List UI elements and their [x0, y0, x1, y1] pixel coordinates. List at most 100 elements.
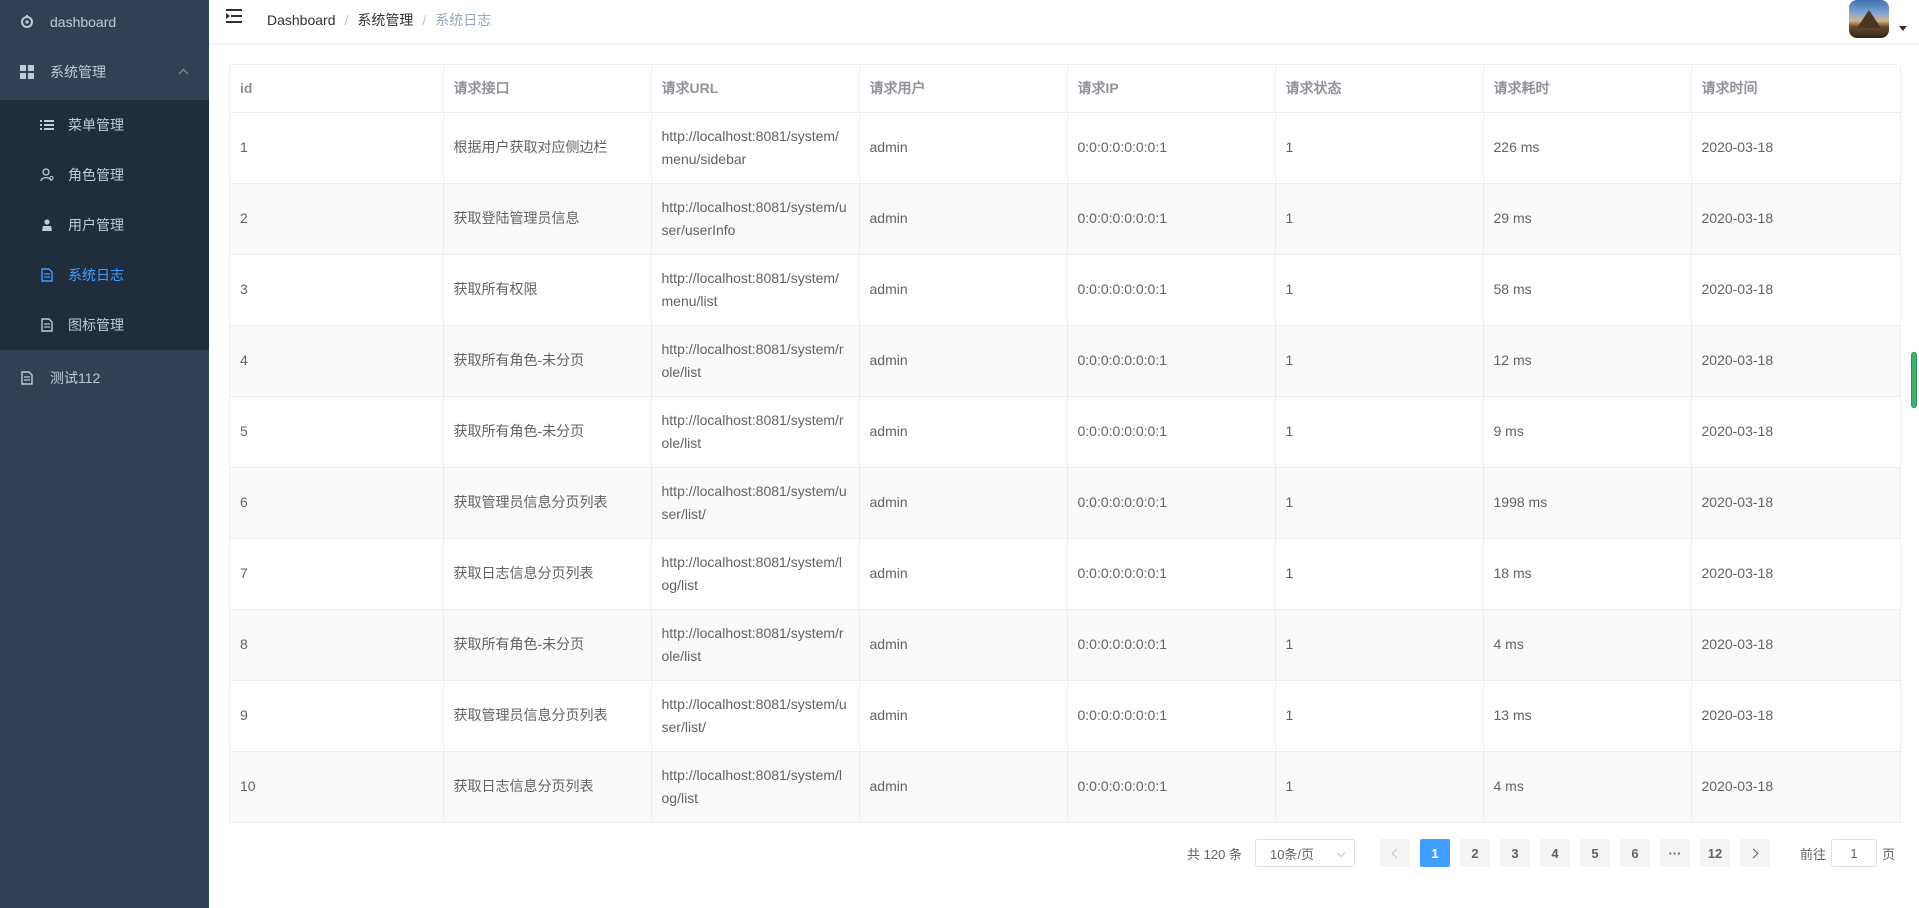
table-row: 9 获取管理员信息分页列表 http://localhost:8081/system… [230, 680, 1901, 752]
cell-url: http://localhost:8081/system/user/userIn… [651, 183, 860, 255]
navbar: Dashboard / 系统管理 / 系统日志 [209, 0, 1919, 44]
cell-status: 1 [1275, 609, 1484, 681]
table-row: 2 获取登陆管理员信息 http://localhost:8081/system/u… [230, 183, 1901, 255]
cell-api: 根据用户获取对应侧边栏 [443, 112, 652, 184]
cell-id: 10 [230, 751, 444, 823]
cell-time: 2020-03-18 [1691, 112, 1901, 184]
column-header-api: 请求接口 [443, 65, 652, 113]
cell-ip: 0:0:0:0:0:0:0:1 [1067, 325, 1276, 397]
cell-time: 2020-03-18 [1691, 609, 1901, 681]
cell-url: http://localhost:8081/system/menu/list [651, 254, 860, 326]
cell-cost: 18 ms [1483, 538, 1692, 610]
prev-page-button[interactable] [1379, 839, 1410, 867]
page-button-6[interactable]: 6 [1619, 839, 1650, 867]
cell-user: admin [859, 396, 1068, 468]
cell-cost: 12 ms [1483, 325, 1692, 397]
more-pages-button[interactable]: ··· [1659, 839, 1690, 867]
cell-cost: 9 ms [1483, 396, 1692, 468]
column-header-time: 请求时间 [1691, 65, 1901, 113]
cell-url: http://localhost:8081/system/role/list [651, 609, 860, 681]
sidebar-item-system-management[interactable]: 系统管理 [0, 44, 209, 100]
document-icon [20, 371, 34, 385]
breadcrumb-item-system-log: 系统日志 [435, 12, 492, 28]
cell-ip: 0:0:0:0:0:0:0:1 [1067, 609, 1276, 681]
sidebar-item-menu-management[interactable]: 菜单管理 [0, 100, 209, 150]
page-button-3[interactable]: 3 [1499, 839, 1530, 867]
cell-status: 1 [1275, 396, 1484, 468]
chevron-down-icon [1336, 848, 1346, 858]
cell-ip: 0:0:0:0:0:0:0:1 [1067, 538, 1276, 610]
cell-time: 2020-03-18 [1691, 751, 1901, 823]
cell-cost: 13 ms [1483, 680, 1692, 752]
sidebar-item-test112[interactable]: 测试112 [0, 350, 209, 406]
jump-page-input[interactable] [1830, 839, 1877, 867]
sidebar-item-role-management[interactable]: 角色管理 [0, 150, 209, 200]
page-size-select[interactable]: 10条/页 [1254, 839, 1355, 867]
column-header-cost: 请求耗时 [1483, 65, 1692, 113]
cell-url: http://localhost:8081/system/log/list [651, 751, 860, 823]
cell-api: 获取所有权限 [443, 254, 652, 326]
user-role-icon [40, 168, 54, 182]
cell-ip: 0:0:0:0:0:0:0:1 [1067, 751, 1276, 823]
cell-time: 2020-03-18 [1691, 325, 1901, 397]
cell-id: 9 [230, 680, 444, 752]
sidebar-item-label: 测试112 [50, 370, 101, 386]
sidebar-item-dashboard[interactable]: dashboard [0, 0, 209, 44]
cell-user: admin [859, 538, 1068, 610]
sidebar-item-user-management[interactable]: 用户管理 [0, 200, 209, 250]
table-row: 8 获取所有角色-未分页 http://localhost:8081/system/… [230, 609, 1901, 681]
page-button-1[interactable]: 1 [1419, 839, 1450, 867]
caret-down-icon[interactable] [1899, 26, 1907, 31]
cell-api: 获取日志信息分页列表 [443, 538, 652, 610]
cell-id: 5 [230, 396, 444, 468]
cell-cost: 58 ms [1483, 254, 1692, 326]
column-header-ip: 请求IP [1067, 65, 1276, 113]
breadcrumb-separator: / [344, 12, 349, 28]
page-button-12[interactable]: 12 [1699, 839, 1730, 867]
table-row: 1 根据用户获取对应侧边栏 http://localhost:8081/system… [230, 112, 1901, 184]
cell-id: 2 [230, 183, 444, 255]
cell-user: admin [859, 751, 1068, 823]
sidebar-item-system-log[interactable]: 系统日志 [0, 250, 209, 300]
table-row: 10 获取日志信息分页列表 http://localhost:8081/system… [230, 751, 1901, 823]
cell-api: 获取管理员信息分页列表 [443, 680, 652, 752]
breadcrumb-item-dashboard[interactable]: Dashboard [267, 12, 336, 28]
scrollbar-thumb[interactable] [1911, 352, 1917, 408]
cell-ip: 0:0:0:0:0:0:0:1 [1067, 254, 1276, 326]
sidebar-item-icon-management[interactable]: 图标管理 [0, 300, 209, 350]
cell-api: 获取登陆管理员信息 [443, 183, 652, 255]
page-button-2[interactable]: 2 [1459, 839, 1490, 867]
cell-time: 2020-03-18 [1691, 183, 1901, 255]
grid-icon [20, 65, 34, 79]
cell-cost: 4 ms [1483, 751, 1692, 823]
cell-time: 2020-03-18 [1691, 680, 1901, 752]
cell-cost: 226 ms [1483, 112, 1692, 184]
cell-url: http://localhost:8081/system/role/list [651, 325, 860, 397]
sidebar-item-label: 角色管理 [68, 167, 124, 183]
column-header-user: 请求用户 [859, 65, 1068, 113]
pagination: 共 120 条 10条/页 1 2 3 4 5 6 ··· 12 前往 页 [1187, 839, 1895, 867]
page-size-value: 10条/页 [1269, 846, 1315, 862]
cell-cost: 4 ms [1483, 609, 1692, 681]
page-jumper: 前往 页 [1800, 839, 1895, 867]
chevron-left-icon [1391, 848, 1402, 858]
page-button-5[interactable]: 5 [1579, 839, 1610, 867]
avatar[interactable] [1849, 0, 1889, 38]
cell-status: 1 [1275, 538, 1484, 610]
cell-time: 2020-03-18 [1691, 396, 1901, 468]
next-page-button[interactable] [1739, 839, 1770, 867]
cell-url: http://localhost:8081/system/user/list/ [651, 680, 860, 752]
hamburger-icon[interactable] [226, 9, 242, 23]
cell-api: 获取日志信息分页列表 [443, 751, 652, 823]
cell-status: 1 [1275, 751, 1484, 823]
submenu-system-management: 菜单管理 角色管理 用户管理 系统日志 图标管理 [0, 100, 209, 350]
chevron-right-icon [1748, 848, 1759, 858]
cell-user: admin [859, 325, 1068, 397]
cell-time: 2020-03-18 [1691, 538, 1901, 610]
cell-cost: 1998 ms [1483, 467, 1692, 539]
cell-user: admin [859, 183, 1068, 255]
page-button-4[interactable]: 4 [1539, 839, 1570, 867]
table-row: 4 获取所有角色-未分页 http://localhost:8081/system/… [230, 325, 1901, 397]
sidebar-item-label: 系统管理 [50, 64, 106, 80]
sidebar-item-label: 系统日志 [68, 267, 124, 283]
